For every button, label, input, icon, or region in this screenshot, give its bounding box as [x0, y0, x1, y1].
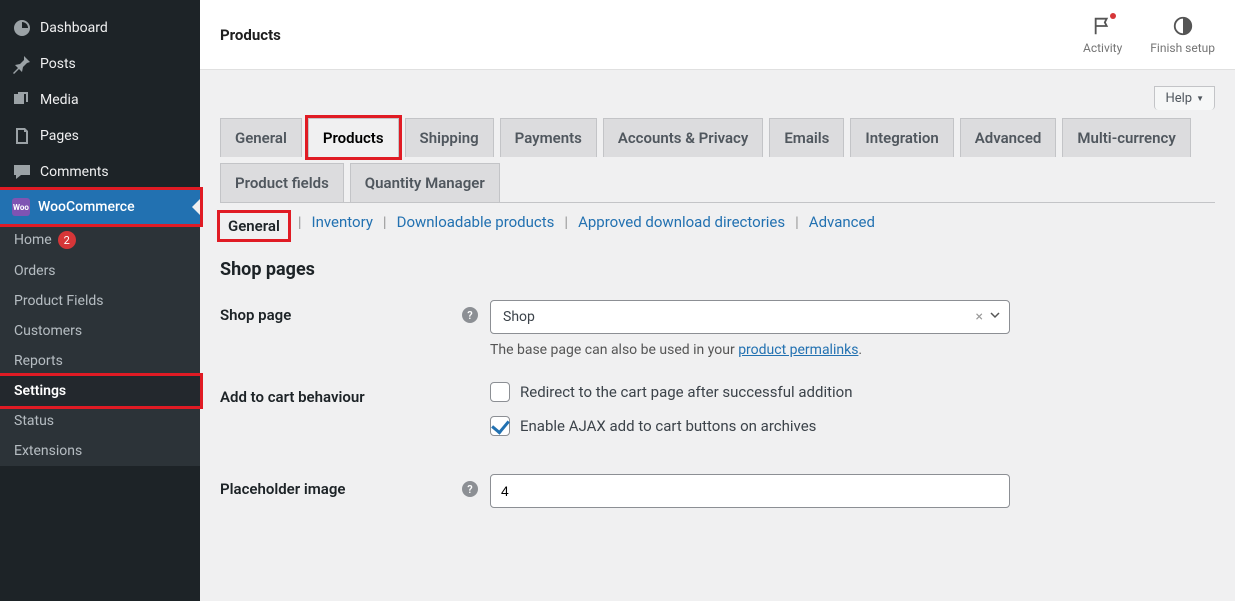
- sidebar-item-label: Media: [40, 92, 79, 108]
- activity-button[interactable]: Activity: [1083, 15, 1122, 55]
- select-value: Shop: [503, 309, 976, 325]
- submenu-item-customers[interactable]: Customers: [0, 316, 200, 346]
- submenu-item-label: Customers: [14, 323, 82, 339]
- sidebar-item-label: Pages: [40, 128, 79, 144]
- tab-product-fields[interactable]: Product fields: [220, 163, 344, 202]
- pin-icon: [12, 54, 32, 74]
- submenu-item-reports[interactable]: Reports: [0, 346, 200, 376]
- half-circle-icon: [1172, 15, 1194, 37]
- sidebar-item-dashboard[interactable]: Dashboard: [0, 10, 200, 46]
- submenu-item-settings[interactable]: Settings: [0, 376, 200, 406]
- help-icon[interactable]: ?: [462, 481, 478, 497]
- submenu-item-extensions[interactable]: Extensions: [0, 436, 200, 466]
- pages-icon: [12, 126, 32, 146]
- submenu-item-home[interactable]: Home 2: [0, 224, 200, 256]
- tab-advanced[interactable]: Advanced: [960, 118, 1057, 157]
- submenu-item-label: Product Fields: [14, 293, 104, 309]
- main-content: Products Activity Finish setup Help: [200, 0, 1235, 601]
- field-label-placeholder-image: Placeholder image ?: [220, 474, 490, 498]
- page-title: Products: [220, 26, 281, 44]
- flag-icon: [1092, 15, 1114, 37]
- label-text: Shop page: [220, 306, 291, 324]
- woocommerce-submenu: Home 2 Orders Product Fields Customers R…: [0, 224, 200, 466]
- tab-emails[interactable]: Emails: [769, 118, 844, 157]
- subtab-inventory[interactable]: Inventory: [312, 213, 373, 239]
- dashboard-icon: [12, 18, 32, 38]
- submenu-item-label: Home: [14, 232, 52, 248]
- product-permalinks-link[interactable]: product permalinks: [738, 342, 858, 358]
- sidebar-item-pages[interactable]: Pages: [0, 118, 200, 154]
- subtab-general[interactable]: General: [220, 213, 288, 239]
- submenu-item-status[interactable]: Status: [0, 406, 200, 436]
- placeholder-image-input[interactable]: [490, 474, 1010, 508]
- sidebar-item-woocommerce[interactable]: Woo WooCommerce: [0, 190, 200, 224]
- tab-multi-currency[interactable]: Multi-currency: [1062, 118, 1190, 157]
- shop-page-select[interactable]: Shop ×: [490, 300, 1010, 334]
- redirect-checkbox-label: Redirect to the cart page after successf…: [520, 383, 853, 401]
- field-label-shop-page: Shop page ?: [220, 300, 490, 324]
- tab-general[interactable]: General: [220, 118, 302, 157]
- finish-setup-button[interactable]: Finish setup: [1150, 15, 1215, 55]
- submenu-item-label: Status: [14, 413, 54, 429]
- media-icon: [12, 90, 32, 110]
- action-label: Finish setup: [1150, 41, 1215, 55]
- sidebar-item-label: WooCommerce: [38, 199, 135, 215]
- submenu-item-label: Settings: [14, 383, 66, 399]
- topbar: Products Activity Finish setup: [200, 0, 1235, 70]
- ajax-checkbox[interactable]: [490, 416, 510, 436]
- sidebar-item-label: Posts: [40, 56, 76, 72]
- help-tab[interactable]: Help: [1154, 86, 1215, 110]
- tab-quantity-manager[interactable]: Quantity Manager: [350, 163, 500, 202]
- tab-products[interactable]: Products: [308, 118, 399, 157]
- submenu-item-label: Extensions: [14, 443, 82, 459]
- tab-payments[interactable]: Payments: [500, 118, 597, 157]
- notification-badge: 2: [58, 231, 76, 249]
- notification-dot-icon: [1110, 13, 1116, 19]
- label-text: Placeholder image: [220, 480, 345, 498]
- tab-accounts-privacy[interactable]: Accounts & Privacy: [603, 118, 764, 157]
- submenu-item-product-fields[interactable]: Product Fields: [0, 286, 200, 316]
- clear-icon[interactable]: ×: [976, 309, 983, 325]
- tab-shipping[interactable]: Shipping: [405, 118, 494, 157]
- woocommerce-icon: Woo: [12, 198, 30, 216]
- sidebar-item-label: Comments: [40, 164, 109, 180]
- section-title: Shop pages: [220, 259, 1215, 280]
- submenu-item-label: Reports: [14, 353, 63, 369]
- submenu-item-label: Orders: [14, 263, 56, 279]
- settings-tabs: General Products Shipping Payments Accou…: [220, 118, 1215, 203]
- sidebar-item-label: Dashboard: [40, 20, 108, 36]
- field-label-add-to-cart: Add to cart behaviour: [220, 382, 490, 406]
- shop-page-description: The base page can also be used in your p…: [490, 342, 1010, 358]
- subtab-approved-dirs[interactable]: Approved download directories: [578, 213, 785, 239]
- sidebar-item-media[interactable]: Media: [0, 82, 200, 118]
- subtab-downloadable[interactable]: Downloadable products: [397, 213, 555, 239]
- chevron-down-icon: [989, 309, 1001, 325]
- products-subtabs: General | Inventory | Downloadable produ…: [220, 213, 1215, 239]
- subtab-advanced[interactable]: Advanced: [809, 213, 875, 239]
- redirect-checkbox[interactable]: [490, 382, 510, 402]
- tab-integration[interactable]: Integration: [850, 118, 953, 157]
- submenu-item-orders[interactable]: Orders: [0, 256, 200, 286]
- comment-icon: [12, 162, 32, 182]
- admin-sidebar: Dashboard Posts Media Pages Comments: [0, 0, 200, 601]
- ajax-checkbox-label: Enable AJAX add to cart buttons on archi…: [520, 417, 816, 435]
- active-indicator-icon: [192, 199, 200, 215]
- action-label: Activity: [1083, 41, 1122, 55]
- sidebar-item-comments[interactable]: Comments: [0, 154, 200, 190]
- sidebar-item-posts[interactable]: Posts: [0, 46, 200, 82]
- help-icon[interactable]: ?: [462, 307, 478, 323]
- label-text: Add to cart behaviour: [220, 388, 365, 406]
